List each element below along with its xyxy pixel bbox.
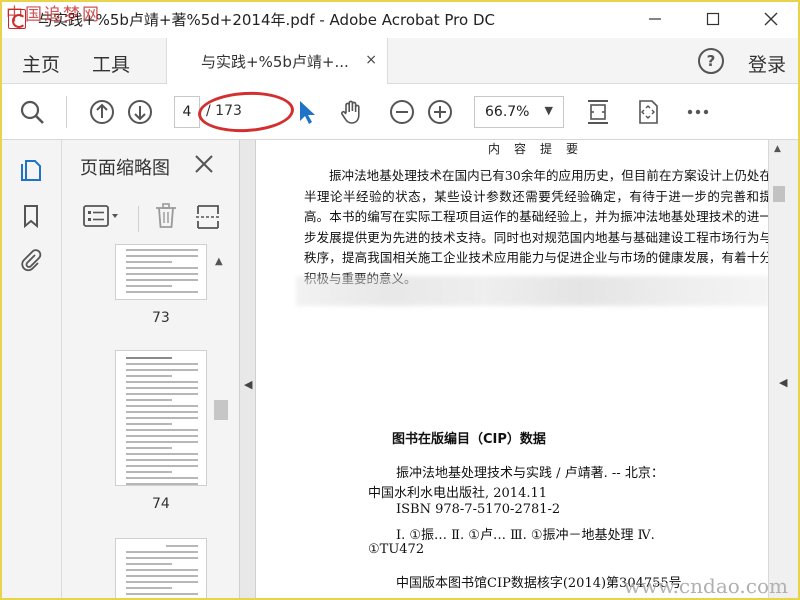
scroll-up-icon[interactable]: ▲ bbox=[774, 144, 781, 154]
menu-tools[interactable]: 工具 bbox=[92, 50, 130, 77]
cip-line: 振冲法地基处理技术与实践 / 卢靖著. -- 北京： bbox=[396, 466, 664, 481]
window-controls bbox=[626, 0, 800, 38]
window-title: 与实践+%5b卢靖+著%5d+2014年.pdf - Adobe Acrobat… bbox=[38, 10, 495, 29]
thumbnail-page-number: 73 bbox=[152, 310, 170, 326]
cip-line: 中国水利水电出版社, 2014.11 bbox=[368, 486, 548, 501]
delete-page-icon[interactable] bbox=[152, 202, 180, 230]
thumbnail-scrollbar[interactable]: ▲ bbox=[210, 244, 232, 600]
attachment-icon[interactable] bbox=[17, 246, 45, 274]
thumbnail-toolbar-divider bbox=[138, 206, 139, 232]
full-screen-icon[interactable] bbox=[632, 96, 664, 128]
bookmark-icon[interactable] bbox=[17, 202, 45, 230]
thumbnail-scroll-thumb[interactable] bbox=[214, 400, 228, 420]
collapse-panel-icon[interactable]: ◀ bbox=[244, 378, 252, 391]
cip-line: ①TU472 bbox=[368, 542, 425, 557]
document-view[interactable]: 内容提要 振冲法地基处理技术在国内已有30余年的应用历史，但目前在方案设计上仍处… bbox=[256, 140, 768, 600]
previous-page-icon[interactable] bbox=[86, 96, 118, 128]
toolbar-divider bbox=[66, 96, 67, 128]
watermark-top: 中国追梦网 bbox=[6, 5, 101, 25]
minimize-icon bbox=[649, 18, 661, 20]
next-page-icon[interactable] bbox=[124, 96, 156, 128]
thumbnail-options-icon[interactable] bbox=[82, 202, 122, 230]
bleed-through-artifact bbox=[296, 276, 768, 306]
document-scroll-thumb[interactable] bbox=[773, 186, 785, 202]
cip-line: Ⅰ. ①振… Ⅱ. ①卢… Ⅲ. ①振冲－地基处理 Ⅳ. bbox=[396, 528, 655, 543]
cip-title: 图书在版编目（CIP）数据 bbox=[392, 432, 546, 447]
cip-line: ISBN 978-7-5170-2781-2 bbox=[396, 502, 561, 517]
main-toolbar: 4 / 173 66.7% ▼ bbox=[0, 84, 800, 140]
hand-tool-icon[interactable] bbox=[336, 96, 368, 128]
maximize-button[interactable] bbox=[684, 0, 742, 38]
help-icon[interactable]: ? bbox=[698, 48, 724, 74]
zoom-in-icon[interactable] bbox=[424, 96, 456, 128]
left-nav-rail bbox=[0, 140, 62, 600]
page-thumbnail[interactable] bbox=[115, 350, 207, 486]
document-scrollbar[interactable]: ▲ ◀ bbox=[768, 140, 800, 600]
title-bar: 与实践+%5b卢靖+著%5d+2014年.pdf - Adobe Acrobat… bbox=[0, 0, 800, 38]
tab-row: 主页 工具 与实践+%5b卢靖+... × ? 登录 bbox=[0, 38, 800, 84]
search-icon[interactable] bbox=[16, 96, 48, 128]
document-tab[interactable]: 与实践+%5b卢靖+... × bbox=[166, 38, 388, 84]
expand-right-pane-icon[interactable]: ◀ bbox=[779, 376, 787, 389]
panel-splitter[interactable]: ◀ bbox=[240, 140, 256, 600]
menu-home[interactable]: 主页 bbox=[22, 50, 60, 77]
page-split-icon[interactable] bbox=[194, 202, 222, 230]
zoom-select[interactable]: 66.7% ▼ bbox=[474, 96, 564, 128]
more-options-icon[interactable] bbox=[682, 96, 714, 128]
page-thumbnail[interactable] bbox=[115, 244, 207, 300]
document-heading: 内容提要 bbox=[488, 142, 593, 156]
scroll-up-icon[interactable]: ▲ bbox=[215, 256, 223, 267]
watermark-bottom: www.cndao.com bbox=[623, 574, 788, 598]
fit-page-icon[interactable] bbox=[582, 96, 614, 128]
document-tab-label: 与实践+%5b卢靖+... bbox=[201, 52, 349, 71]
close-panel-icon[interactable] bbox=[192, 152, 216, 176]
zoom-value: 66.7% bbox=[485, 104, 530, 120]
select-cursor-icon[interactable] bbox=[290, 96, 322, 128]
thumbnails-panel: 页面缩略图 73 74 ▲ bbox=[62, 140, 240, 600]
close-icon bbox=[764, 12, 778, 26]
thumbnail-page-number: 74 bbox=[152, 496, 170, 512]
zoom-out-icon[interactable] bbox=[386, 96, 418, 128]
tab-close-icon[interactable]: × bbox=[365, 52, 377, 68]
document-paragraph: 振冲法地基处理技术在国内已有30余年的应用历史，但目前在方案设计上仍处在半理论半… bbox=[304, 168, 768, 286]
close-window-button[interactable] bbox=[742, 0, 800, 38]
page-thumbnails-icon[interactable] bbox=[17, 156, 45, 184]
maximize-icon bbox=[706, 12, 720, 26]
thumbnails-panel-title: 页面缩略图 bbox=[80, 158, 170, 179]
chevron-down-icon: ▼ bbox=[544, 104, 553, 117]
minimize-button[interactable] bbox=[626, 0, 684, 38]
thumbnail-toolbar bbox=[62, 196, 239, 236]
login-link[interactable]: 登录 bbox=[748, 50, 786, 77]
page-thumbnail[interactable] bbox=[115, 538, 207, 600]
page-number-input[interactable]: 4 bbox=[174, 96, 200, 128]
